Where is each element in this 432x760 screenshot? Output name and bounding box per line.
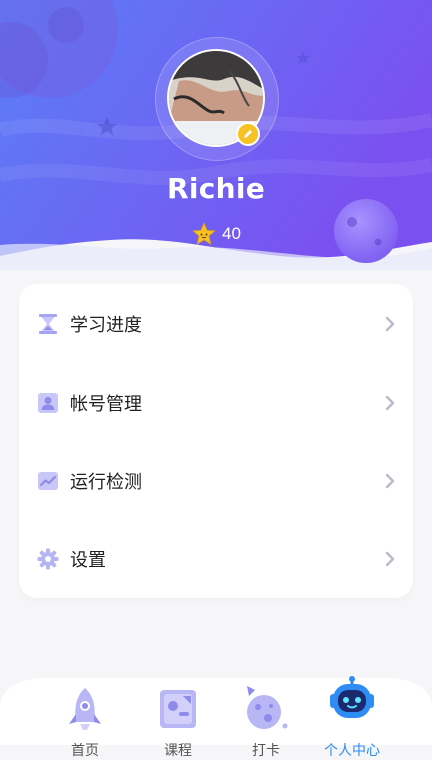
tab-course[interactable]: 课程 [133,678,223,759]
tab-label: 个人中心 [324,743,380,759]
tab-home[interactable]: 首页 [40,678,130,759]
profile-header: Richie 40 [0,0,432,270]
star-count-value: 40 [222,224,241,243]
menu-item-label: 运行检测 [70,472,142,493]
trend-chart-icon [38,472,58,490]
chevron-right-icon [385,473,395,489]
tab-label: 课程 [164,743,192,759]
hourglass-icon [39,314,57,334]
username: Richie [166,172,266,205]
chevron-right-icon [385,551,395,567]
moon-planet-icon [247,686,288,729]
course-board-icon [160,690,196,728]
menu-item-label: 帐号管理 [70,394,142,415]
robot-icon [330,676,374,718]
menu-item-learning-progress[interactable]: 学习进度 [19,285,413,363]
menu-item-label: 学习进度 [70,315,142,336]
pencil-icon [244,130,252,138]
menu-card: 学习进度 帐号管理 运行检测 设置 [19,284,413,598]
bottom-tab-bar: 首页 课程 打卡 个人中心 [0,676,432,759]
menu-item-label: 设置 [70,550,106,571]
chevron-right-icon [385,395,395,411]
tab-label: 打卡 [252,743,280,759]
gear-icon [37,548,59,570]
star-count: 40 [192,221,241,247]
chevron-right-icon [385,316,395,332]
menu-item-settings[interactable]: 设置 [19,520,413,598]
tab-profile[interactable]: 个人中心 [307,676,397,759]
rocket-icon [69,688,101,730]
person-card-icon [38,393,58,413]
menu-item-run-detection[interactable]: 运行检测 [19,442,413,520]
tab-checkin[interactable]: 打卡 [221,678,311,759]
edit-avatar-button[interactable] [236,122,260,146]
tab-label: 首页 [71,743,99,759]
star-icon [192,222,216,245]
menu-item-account-management[interactable]: 帐号管理 [19,364,413,442]
